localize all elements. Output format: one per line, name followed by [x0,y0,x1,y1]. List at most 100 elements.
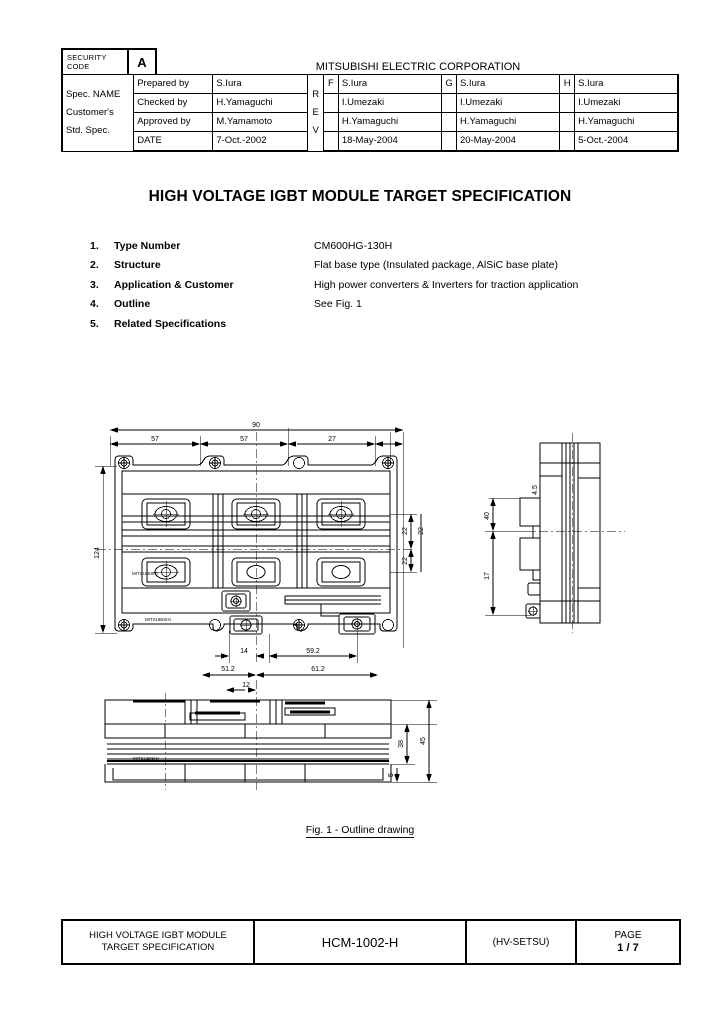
dim-front-height-base: 5 [388,773,395,777]
security-code-label: SECURITY CODE [61,48,129,74]
dim-side-height-2: 17 [484,572,491,580]
rev-letter-h-spacer2 [559,112,576,132]
corporation-name: MITSUBISHI ELECTRIC CORPORATION [315,61,521,73]
dim-bottom-right-ext: 61.2 [311,666,325,673]
dim-bottom-left-ext: 51.2 [221,666,235,673]
spec-name-line-0: Spec. NAME [66,88,121,100]
rev-f-date: 18-May-2004 [337,131,443,152]
rev-letter-h: H [559,74,576,94]
spec-name-cell: Spec. NAME Customer's Std. Spec. [61,74,135,152]
brand-mark-top: MITSUBISHI [132,571,158,576]
role-label-checked: Checked by [133,93,214,113]
dim-bottom-view-small: 12 [242,682,250,689]
base-prepared-by: S.Iura [212,74,309,94]
footer-title-line2: TARGET SPECIFICATION [101,942,215,953]
rev-letter-f-spacer [323,93,339,113]
role-label-approved: Approved by [133,112,214,132]
brand-mark-front: MITSUBISHI [133,756,159,761]
footer-title-line1: HIGH VOLTAGE IGBT MODULE [89,930,227,941]
rev-h-checked-by: I.Umezaki [574,93,680,113]
list-item: 5. Related Specifications [90,314,680,334]
rev-letter-g-spacer [441,93,457,113]
dim-bottom-small: 14 [240,648,248,655]
footer-page: PAGE 1 / 7 [575,919,681,965]
rev-letter-f: F [323,74,339,94]
footer-doc-code: HCM-1002-H [253,919,467,965]
rev-label: REV [307,74,325,152]
brand-mark-bottom: MITSUBISHI [145,617,171,622]
rev-g-approved-by: H.Yamaguchi [455,112,561,132]
table-row: DATE 7-Oct.-2002 18-May-2004 20-May-2004… [62,131,680,152]
rev-g-checked-by: I.Umezaki [455,93,561,113]
spec-item-number: 1. [90,239,99,252]
security-code-value: A [129,48,157,74]
page-title: HIGH VOLTAGE IGBT MODULE TARGET SPECIFIC… [148,188,572,205]
dim-right-pitch-extra: 22 [418,527,425,535]
rev-letter-f-spacer3 [323,131,339,152]
spec-item-number: 3. [90,278,99,291]
spec-item-value: Flat base type (Insulated package, AlSiC… [314,259,558,272]
role-label-date: DATE [133,131,214,152]
dim-top-left-span: 57 [151,436,159,443]
rev-letter-h-spacer3 [559,131,576,152]
dim-top-overall: 90 [252,422,260,429]
document-header: SECURITY CODE A MITSUBISHI ELECTRIC CORP… [61,48,680,152]
table-row: Spec. NAME Customer's Std. Spec. Prepare… [61,74,680,152]
spec-item-number: 5. [90,317,99,330]
rev-letter-g: G [441,74,457,94]
spec-name-line-1: Customer's [66,106,114,118]
spec-name-line-2: Std. Spec. [66,124,110,136]
security-code-label-line1: SECURITY [67,53,107,62]
dim-side-height-1: 40 [484,512,491,520]
rev-f-checked-by: I.Umezaki [337,93,443,113]
rev-letter-h-spacer [559,93,576,113]
spec-item-label: Structure [114,259,161,272]
rev-letter-g-spacer3 [441,131,457,152]
table-row: HIGH VOLTAGE IGBT MODULE TARGET SPECIFIC… [61,919,681,965]
role-label-prepared: Prepared by [133,74,214,94]
spec-item-value: CM600HG-130H [314,239,393,252]
footer-title: HIGH VOLTAGE IGBT MODULE TARGET SPECIFIC… [61,919,255,965]
specification-list: 1. Type Number CM600HG-130H 2. Structure… [90,236,680,334]
list-item: 3. Application & Customer High power con… [90,275,680,295]
dim-bottom-mid: 59.2 [306,648,320,655]
dim-front-height-main: 38 [398,740,405,748]
base-checked-by: H.Yamaguchi [212,93,309,113]
table-row: Checked by H.Yamaguchi I.Umezaki I.Umeza… [62,93,680,113]
footer-department: (HV-SETSU) [465,919,577,965]
table-row: Approved by M.Yamamoto H.Yamaguchi H.Yam… [62,112,680,132]
spec-item-number: 2. [90,259,99,272]
spec-item-label: Related Specifications [114,317,227,330]
dim-right-pitch-lower: 22 [402,557,409,565]
spec-item-label: Type Number [114,239,181,252]
dim-front-height-overall: 45 [420,737,427,745]
dim-top-right-span: 27 [328,436,336,443]
spec-item-label: Application & Customer [114,278,234,291]
dim-top-mid-span: 57 [240,436,248,443]
approval-table: Spec. NAME Customer's Std. Spec. Prepare… [61,74,680,152]
list-item: 1. Type Number CM600HG-130H [90,236,680,256]
security-code-label-line2: CODE [67,62,90,71]
spec-item-value: See Fig. 1 [314,298,362,311]
figure-caption-text: Fig. 1 - Outline drawing [305,824,415,838]
spec-item-value: High power converters & Inverters for tr… [314,278,579,291]
dim-right-pitch-upper: 22 [402,527,409,535]
base-date: 7-Oct.-2002 [212,131,309,152]
footer-page-label: PAGE [614,930,642,941]
footer-page-value: 1 / 7 [617,942,639,954]
rev-f-prepared-by: S.Iura [337,74,443,94]
dim-side-height-3: 4.5 [532,485,539,495]
rev-f-approved-by: H.Yamaguchi [337,112,443,132]
rev-g-prepared-by: S.Iura [455,74,561,94]
outline-drawing: 57 57 27 90 124 MITSUBISHI MITSUBISHI 22… [85,418,625,818]
base-approved-by: M.Yamamoto [212,112,309,132]
document-footer: HIGH VOLTAGE IGBT MODULE TARGET SPECIFIC… [61,919,681,965]
rev-h-date: 5-Oct.-2004 [574,131,680,152]
figure-caption: Fig. 1 - Outline drawing [0,824,720,838]
security-code-row: SECURITY CODE A MITSUBISHI ELECTRIC CORP… [61,48,679,74]
outline-drawing-svg: 57 57 27 90 124 MITSUBISHI MITSUBISHI 22… [94,422,625,790]
spec-item-number: 4. [90,298,99,311]
rev-letter-g-spacer2 [441,112,457,132]
list-item: 2. Structure Flat base type (Insulated p… [90,256,680,276]
rev-h-approved-by: H.Yamaguchi [574,112,680,132]
